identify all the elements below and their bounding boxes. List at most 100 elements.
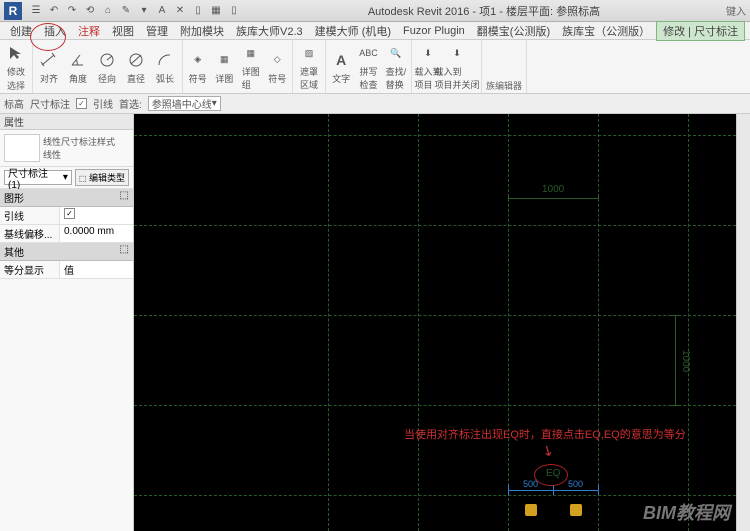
tab-fuzor[interactable]: Fuzor Plugin (397, 24, 471, 38)
find-icon: 🔍 (385, 42, 407, 64)
offset-value[interactable]: 0.0000 mm (60, 225, 133, 242)
diameter-button[interactable]: 直径 (122, 49, 150, 85)
detail-group-button[interactable]: ▦详图 组 (238, 42, 264, 91)
mask-region-button[interactable]: ▨遮罩 区域 (295, 42, 323, 91)
grid-line (134, 135, 736, 136)
window-title: Autodesk Revit 2016 - 项1 - 楼层平面: 参照标高 (242, 3, 726, 19)
titlebar: R ☰ ↶ ↷ ⟲ ⌂ ✎ ▾ A ✕ ▯ ▦ ▯ Autodesk Revit… (0, 0, 750, 22)
tab-modify-dimension[interactable]: 修改 | 尺寸标注 (656, 21, 745, 41)
dimension-line-h[interactable] (508, 198, 598, 199)
qat-icon[interactable]: ⌂ (100, 3, 116, 19)
tab-plugin4[interactable]: 族库宝（公测版） (556, 22, 656, 40)
grid-line (688, 114, 689, 531)
undo-icon[interactable]: ↶ (46, 3, 62, 19)
load-close-button[interactable]: ⬇载入到 项目并关闭 (443, 42, 471, 91)
redo-icon[interactable]: ↷ (64, 3, 80, 19)
qat-icon[interactable]: ▯ (190, 3, 206, 19)
qat-icon[interactable]: ✎ (118, 3, 134, 19)
app-icon[interactable]: R (4, 2, 22, 20)
radial-button[interactable]: 径向 (93, 49, 121, 85)
prefer-dropdown[interactable]: 参照墙中心线 ▾ (148, 96, 221, 111)
prop-row-leader: 引线✓ (0, 207, 133, 225)
drawing-canvas[interactable]: 1000 1000 当使用对齐标注出现EQ时，直接点击EQ,EQ的意思为等分 ↘… (134, 114, 736, 531)
detail-button[interactable]: ▦详图 (212, 49, 238, 85)
leader-checkbox[interactable]: ✓ (76, 98, 87, 109)
qat-icon[interactable]: A (154, 3, 170, 19)
vertical-scrollbar[interactable] (736, 114, 750, 531)
workspace: 属性 线性尺寸标注样式 线性 尺寸标注 (1) ▾ ⬚ 编辑类型 图形⬚ 引线✓… (0, 114, 750, 531)
prefer-label: 首选: (119, 96, 142, 111)
angular-button[interactable]: 角度 (64, 49, 92, 85)
arc-button[interactable]: 弧长 (151, 49, 179, 85)
properties-header: 属性 (0, 114, 133, 130)
grid-line (134, 225, 736, 226)
dim-tick (671, 405, 679, 406)
qat-icon[interactable]: ▾ (136, 3, 152, 19)
eq-value[interactable]: 值 (60, 261, 133, 278)
lock-icon[interactable] (525, 504, 537, 516)
dimension-value-v[interactable]: 1000 (680, 350, 691, 372)
leader-value-checkbox[interactable]: ✓ (60, 207, 133, 224)
prop-section-graphics[interactable]: 图形⬚ (0, 189, 133, 207)
ribbon-tabs: 创建 插入 注释 视图 管理 附加模块 族库大师V2.3 建模大师 (机电) F… (0, 22, 750, 40)
spell-button[interactable]: ABC拼写 检查 (355, 42, 381, 91)
radial-icon (96, 49, 118, 71)
ribbon-group-text: A文字 ABC拼写 检查 🔍查找/ 替换 (326, 40, 412, 93)
ribbon-group-region: ▨遮罩 区域 (293, 40, 326, 93)
text-icon: A (330, 49, 352, 71)
tab-addins[interactable]: 附加模块 (174, 22, 230, 40)
qat-icon[interactable]: ⟲ (82, 3, 98, 19)
grid-line (134, 495, 736, 496)
text-button[interactable]: A文字 (328, 49, 354, 85)
qat-icon[interactable]: ✕ (172, 3, 188, 19)
type-name: 线性尺寸标注样式 线性 (43, 135, 129, 161)
dimension-line-v[interactable] (675, 315, 676, 405)
find-button[interactable]: 🔍查找/ 替换 (383, 42, 409, 91)
symbol2-button[interactable]: ◇符号 (265, 49, 291, 85)
diameter-icon (125, 49, 147, 71)
type-selector[interactable]: 线性尺寸标注样式 线性 (0, 130, 133, 167)
prop-section-other[interactable]: 其他⬚ (0, 243, 133, 261)
dimension-value-h[interactable]: 1000 (542, 184, 564, 195)
sub-dim-value-right[interactable]: 500 (568, 479, 583, 489)
grid-line (418, 114, 419, 531)
instance-dropdown[interactable]: 尺寸标注 (1) ▾ (4, 170, 72, 185)
symbol-button[interactable]: ◈符号 (185, 49, 211, 85)
tab-view[interactable]: 视图 (106, 22, 140, 40)
grid-line (598, 114, 599, 531)
tab-plugin3[interactable]: 翻模宝(公测版) (471, 22, 556, 40)
prop-row-eq: 等分显示值 (0, 261, 133, 279)
optbar-label1: 标高 (4, 96, 24, 111)
prop-row-offset: 基线偏移...0.0000 mm (0, 225, 133, 243)
grid-line (328, 114, 329, 531)
load-icon: ⬇ (446, 42, 468, 64)
group-icon: ▦ (240, 42, 262, 64)
edit-type-button[interactable]: ⬚ 编辑类型 (75, 169, 129, 186)
angle-icon (67, 49, 89, 71)
ribbon-group-editor: 族编辑器 (482, 40, 527, 93)
tab-plugin2[interactable]: 建模大师 (机电) (309, 22, 397, 40)
sub-dim-value-left[interactable]: 500 (523, 479, 538, 489)
leader-label: 引线 (93, 96, 113, 111)
dim-tick (598, 194, 599, 202)
detail-icon: ▦ (213, 49, 235, 71)
arrow-icon: ↘ (539, 440, 558, 461)
eq-label[interactable]: EQ (546, 468, 560, 479)
symbol-icon: ◇ (266, 49, 288, 71)
options-bar: 标高 尺寸标注 ✓ 引线 首选: 参照墙中心线 ▾ (0, 94, 750, 114)
sub-dim-tick (598, 485, 599, 495)
lock-icon[interactable] (570, 504, 582, 516)
grid-line (134, 405, 736, 406)
grid-line (134, 315, 736, 316)
search-hint[interactable]: 键入 (726, 3, 746, 18)
symbol-icon: ◈ (187, 49, 209, 71)
tab-manage[interactable]: 管理 (140, 22, 174, 40)
dim-tick (508, 194, 509, 202)
qat-icon[interactable]: ▯ (226, 3, 242, 19)
tab-annotate[interactable]: 注释 (72, 22, 106, 40)
modify-button[interactable]: 修改 (2, 42, 30, 78)
qat-menu-icon[interactable]: ☰ (28, 3, 44, 19)
tab-plugin1[interactable]: 族库大师V2.3 (230, 22, 309, 40)
qat-icon[interactable]: ▦ (208, 3, 224, 19)
aligned-button[interactable]: 对齐 (35, 49, 63, 85)
